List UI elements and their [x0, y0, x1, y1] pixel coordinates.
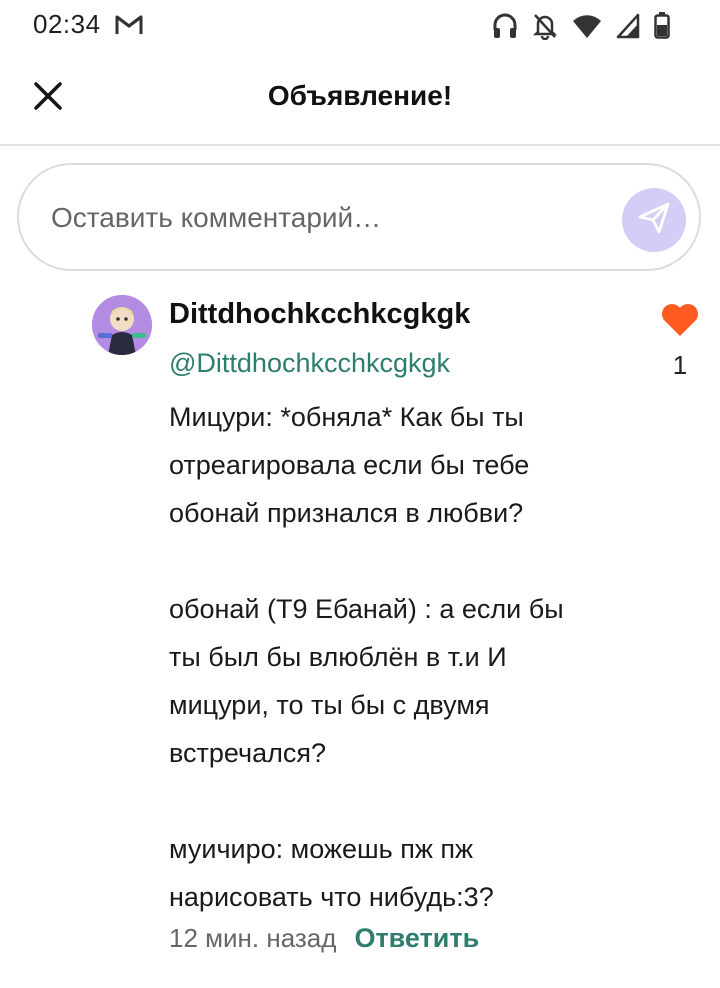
- like-button[interactable]: [660, 302, 700, 343]
- author-handle[interactable]: @Dittdhochkcchkcgkgk: [169, 348, 450, 379]
- send-icon: [637, 201, 671, 240]
- wifi-icon: [572, 13, 602, 39]
- send-button[interactable]: [622, 188, 686, 252]
- comment-text: Мицури: *обняла* Как бы ты отреагировала…: [169, 402, 564, 912]
- bell-off-icon: [532, 12, 558, 40]
- status-bar: 02:34: [0, 0, 720, 52]
- comment-input-container: [17, 163, 701, 271]
- heart-icon: [660, 304, 700, 342]
- signal-icon: [616, 13, 640, 39]
- comment-timestamp: 12 мин. назад: [169, 923, 337, 953]
- reply-button[interactable]: Ответить: [354, 923, 479, 954]
- header: Объявление!: [0, 52, 720, 146]
- battery-icon: [654, 12, 670, 40]
- author-name[interactable]: Dittdhochkcchkcgkgk: [169, 298, 470, 331]
- comment-input[interactable]: [49, 195, 593, 241]
- comment-meta: 12 мин. назад Ответить: [169, 923, 479, 954]
- status-time: 02:34: [33, 9, 101, 39]
- avatar[interactable]: [92, 295, 152, 355]
- headphones-icon: [492, 12, 518, 40]
- status-icons: [492, 12, 670, 40]
- gmail-icon: [114, 13, 144, 42]
- page-title: Объявление!: [267, 80, 453, 111]
- like-count: 1: [672, 350, 688, 380]
